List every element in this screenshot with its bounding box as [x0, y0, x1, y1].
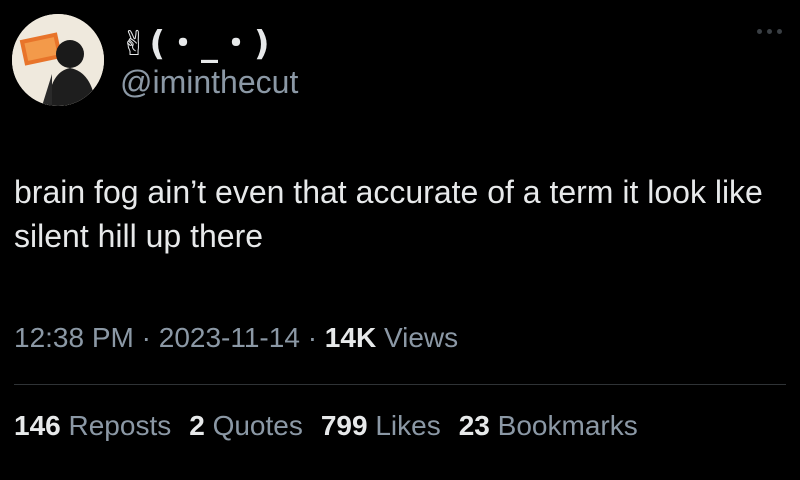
user-handle[interactable]: @iminthecut	[120, 64, 298, 101]
display-name[interactable]: ✌(・_・)	[120, 16, 271, 65]
meta-separator: ·	[141, 322, 151, 353]
reposts-label: Reposts	[68, 410, 172, 441]
tweet-date[interactable]: 2023-11-14	[159, 322, 300, 353]
engagement-stats: 146 Reposts 2 Quotes 799 Likes 23 Bookma…	[14, 410, 638, 442]
likes-count: 799	[320, 410, 368, 441]
likes-label: Likes	[375, 410, 441, 441]
dot	[767, 28, 772, 34]
quotes-count: 2	[189, 410, 205, 441]
quotes-stat[interactable]: 2 Quotes	[189, 410, 303, 442]
bookmarks-label: Bookmarks	[497, 410, 638, 441]
tweet-text: brain fog ain’t even that accurate of a …	[14, 174, 763, 254]
meta-separator: ·	[307, 322, 318, 353]
views-count: 14K	[324, 322, 377, 353]
bookmarks-stat[interactable]: 23 Bookmarks	[459, 410, 638, 442]
reposts-count: 146	[14, 410, 61, 441]
dot	[777, 28, 782, 34]
likes-stat[interactable]: 799 Likes	[321, 410, 441, 442]
bookmarks-count: 23	[458, 410, 490, 441]
tweet-meta: 12:38 PM · 2023-11-14 · 14K Views	[14, 322, 458, 354]
reposts-stat[interactable]: 146 Reposts	[14, 410, 171, 442]
more-horizontal-icon[interactable]	[757, 24, 787, 38]
views-label: Views	[383, 322, 459, 353]
quotes-label: Quotes	[212, 410, 303, 441]
tweet-time[interactable]: 12:38 PM	[14, 322, 134, 353]
dot	[757, 28, 762, 34]
avatar[interactable]	[12, 14, 104, 106]
divider	[14, 384, 786, 385]
